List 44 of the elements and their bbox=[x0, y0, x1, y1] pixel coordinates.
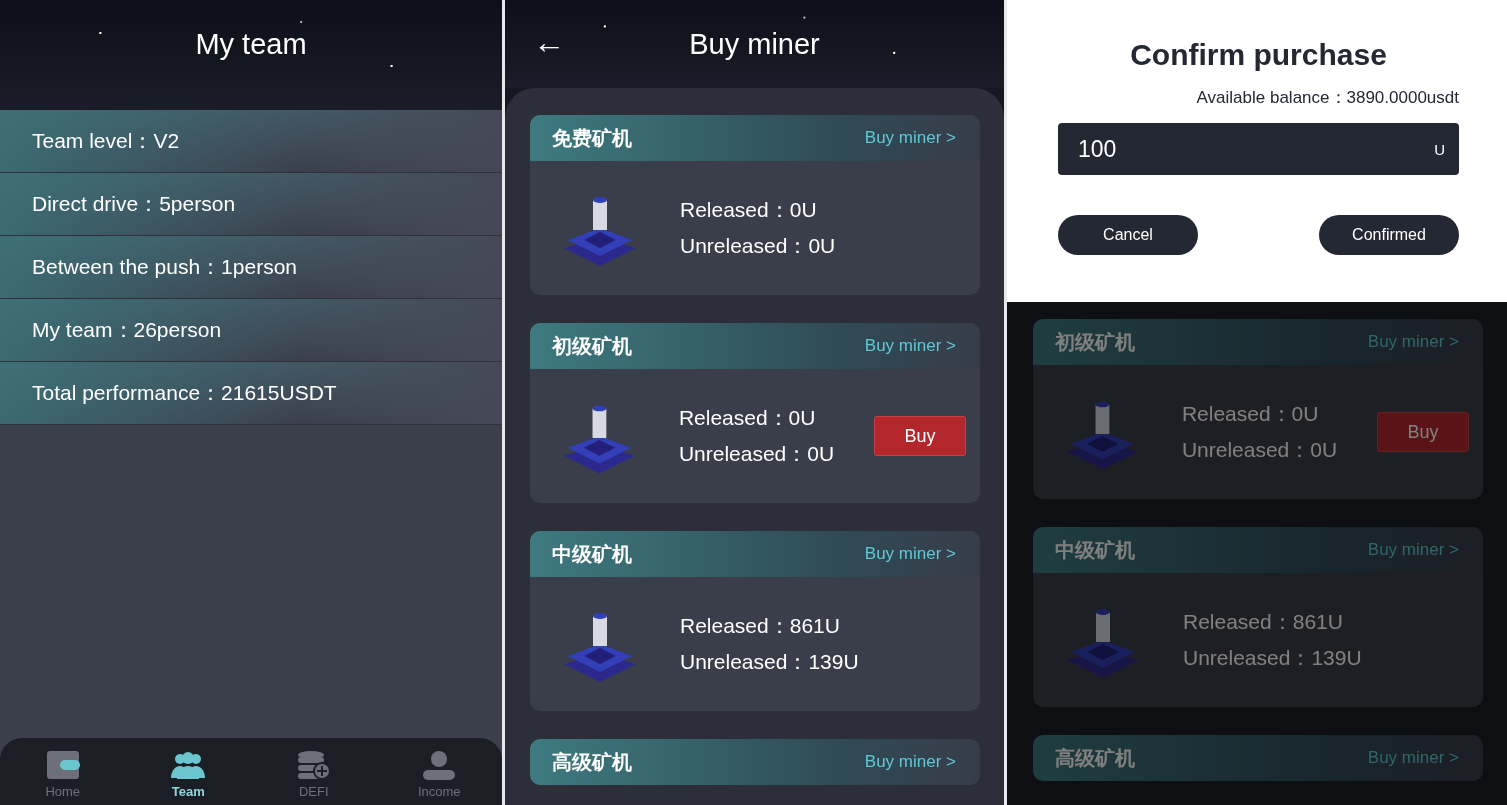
released-amount: Released：0U bbox=[680, 197, 818, 223]
wallet-icon bbox=[45, 750, 80, 780]
nav-tab[interactable]: DEFI bbox=[273, 750, 354, 799]
miner-name: 中级矿机 bbox=[552, 541, 632, 567]
released-amount: Released：0U bbox=[1181, 401, 1320, 427]
balance-text: Available balance：3890.0000usdt bbox=[1196, 87, 1459, 109]
unreleased-amount: Unreleased：0U bbox=[680, 233, 836, 259]
nav-tab[interactable]: Team bbox=[148, 750, 229, 799]
cancel-button[interactable]: Cancel bbox=[1058, 215, 1198, 255]
miner-name: 中级矿机 bbox=[1055, 537, 1135, 563]
dialog-title: Confirm purchase bbox=[1130, 38, 1387, 72]
stat-text: Direct drive：5person bbox=[32, 191, 236, 217]
nav-tab[interactable]: Home bbox=[22, 750, 103, 799]
buy-button[interactable]: Buy bbox=[874, 416, 966, 456]
buy-miner-link[interactable]: Buy miner > bbox=[864, 544, 956, 564]
nav-tab[interactable]: Income bbox=[399, 750, 480, 799]
buy-miner-link[interactable]: Buy miner > bbox=[864, 336, 956, 356]
back-button[interactable]: ← bbox=[533, 24, 565, 60]
released-amount: Released：861U bbox=[680, 613, 841, 639]
screen-title: My team bbox=[195, 27, 307, 62]
stat-text: My team：26person bbox=[32, 317, 222, 343]
buy-miner-link[interactable]: Buy miner > bbox=[864, 128, 956, 148]
amount-field[interactable]: 100 U bbox=[1058, 123, 1459, 175]
confirm-button[interactable]: Confirmed bbox=[1319, 215, 1459, 255]
unreleased-amount: Unreleased：139U bbox=[680, 649, 859, 675]
stat-text: Total performance：21615USDT bbox=[32, 380, 337, 406]
people-icon bbox=[171, 750, 206, 780]
miner-name: 免费矿机 bbox=[552, 125, 632, 151]
stat-text: Team level：V2 bbox=[32, 128, 180, 154]
buy-button[interactable]: Buy bbox=[1377, 412, 1469, 452]
unreleased-amount: Unreleased：0U bbox=[678, 441, 835, 467]
released-amount: Released：0U bbox=[678, 405, 817, 431]
unreleased-amount: Unreleased：0U bbox=[1181, 437, 1338, 463]
coins-plus-icon bbox=[296, 750, 331, 780]
released-amount: Released：861U bbox=[1183, 609, 1344, 635]
miner-name: 初级矿机 bbox=[552, 333, 632, 359]
miner-name: 高级矿机 bbox=[1055, 745, 1135, 771]
unreleased-amount: Unreleased：139U bbox=[1183, 645, 1362, 671]
screen-title: Buy miner bbox=[689, 27, 820, 62]
miner-name: 初级矿机 bbox=[1055, 329, 1135, 355]
miner-name: 高级矿机 bbox=[552, 749, 632, 775]
stat-text: Between the push：1person bbox=[32, 254, 297, 280]
buy-miner-link[interactable]: Buy miner > bbox=[864, 752, 956, 772]
person-icon bbox=[422, 750, 457, 780]
